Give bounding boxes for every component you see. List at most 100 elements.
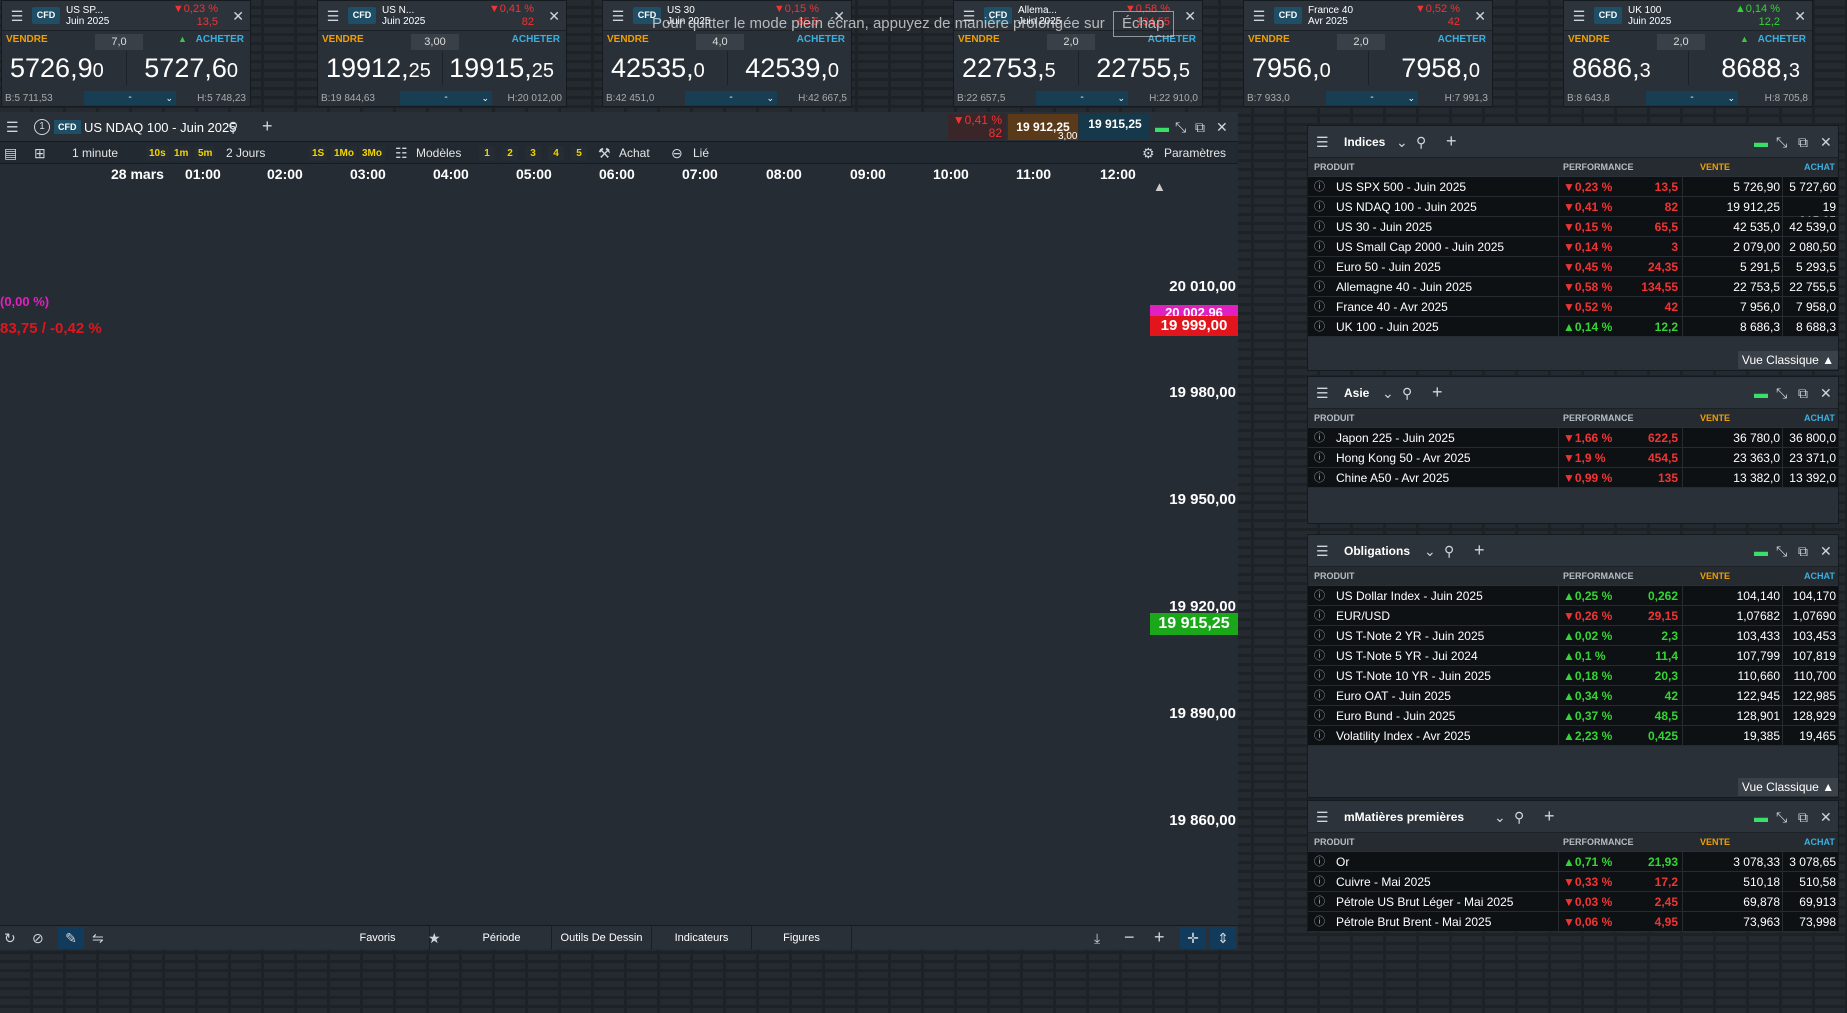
menu-icon[interactable]: ☰ (1316, 543, 1329, 559)
menu-icon[interactable]: ☰ (1316, 134, 1329, 150)
zoom-icon[interactable]: ⚲ (1444, 543, 1454, 559)
sell-price-button[interactable]: 42535,0 (611, 53, 705, 86)
buy-price[interactable]: 1,07690 (1784, 609, 1836, 623)
figures-tab[interactable]: Figures (752, 926, 852, 950)
quantity-select[interactable]: - ⌄ (685, 91, 777, 105)
close-icon[interactable]: ✕ (1820, 385, 1832, 401)
info-icon[interactable]: ⓘ (1314, 452, 1325, 464)
zoom-icon[interactable]: ⚲ (1416, 134, 1426, 150)
table-row[interactable]: ⓘ US T-Note 5 YR - Jui 2024 ▲0,1 % 11,4 107,… (1308, 646, 1838, 666)
menu-icon[interactable]: ☰ (609, 8, 627, 24)
col-product[interactable]: PRODUIT (1314, 571, 1355, 581)
info-icon[interactable]: ⓘ (1314, 610, 1325, 622)
col-performance[interactable]: PERFORMANCE (1563, 162, 1634, 172)
range-3mo[interactable]: 3Mo (359, 146, 385, 161)
table-row[interactable]: ⓘ Chine A50 - Avr 2025 ▼0,99 % 135 13 382,0 1… (1308, 468, 1838, 488)
scroll-up-icon[interactable]: ▲ (1153, 179, 1166, 194)
sell-price[interactable]: 122,945 (1708, 689, 1780, 703)
sell-price[interactable]: 104,140 (1708, 589, 1780, 603)
table-row[interactable]: ⓘ US Dollar Index - Juin 2025 ▲0,25 % 0,262… (1308, 586, 1838, 606)
menu-icon[interactable]: ☰ (1250, 8, 1268, 24)
sell-price[interactable]: 1,07682 (1708, 609, 1780, 623)
info-icon[interactable]: ⓘ (1314, 472, 1325, 484)
interval-5m[interactable]: 5m (195, 146, 216, 161)
minimize-icon[interactable]: ⤡ (1776, 134, 1787, 150)
minimize-icon[interactable]: ⤡ (1175, 119, 1186, 135)
sell-price-button[interactable]: 7956,0 (1252, 53, 1331, 86)
sell-price-button[interactable]: 22753,5 (962, 53, 1056, 86)
classic-view-button[interactable]: Vue Classique ▲ (1738, 778, 1838, 796)
add-icon[interactable]: + (1474, 541, 1485, 559)
quantity-select[interactable]: - ⌄ (1036, 91, 1128, 105)
buy-price-button[interactable]: 7958,0 (1401, 53, 1480, 86)
buy-price[interactable]: 128,929 (1784, 709, 1836, 723)
instrument-name[interactable]: UK 100 Juin 2025 (1628, 5, 1708, 27)
menu-icon[interactable]: ☰ (1570, 8, 1588, 24)
model-3[interactable]: 3 (525, 146, 541, 161)
crosshair-icon[interactable]: ✛ (1180, 927, 1206, 949)
zoom-icon[interactable]: ⚲ (1514, 809, 1524, 825)
sell-price[interactable]: 7 956,0 (1708, 300, 1780, 314)
popout-icon[interactable]: ⧉ (1798, 134, 1808, 150)
table-row[interactable]: ⓘ Pétrole Brut Brent - Mai 2025 ▼0,06 % 4,9… (1308, 912, 1838, 932)
sell-price[interactable]: 107,799 (1708, 649, 1780, 663)
instrument-name[interactable]: US SP... Juin 2025 (66, 5, 146, 27)
buy-price[interactable]: 19,465 (1784, 729, 1836, 743)
model-2[interactable]: 2 (502, 146, 518, 161)
buy-price[interactable]: 104,170 (1784, 589, 1836, 603)
sell-price[interactable]: 19 912,25 (1708, 200, 1780, 214)
close-icon[interactable]: ✕ (1794, 8, 1806, 25)
sell-price-button[interactable]: 5726,90 (10, 53, 104, 86)
panel-title[interactable]: mMatières premières (1344, 810, 1464, 824)
col-product[interactable]: PRODUIT (1314, 413, 1355, 423)
range-select[interactable]: 2 Jours (226, 145, 265, 161)
panel-title[interactable]: Obligations (1344, 544, 1410, 558)
table-row[interactable]: ⓘ US 30 - Juin 2025 ▼0,15 % 65,5 42 535,0 42 … (1308, 217, 1838, 237)
list-icon[interactable]: ▤ (4, 145, 17, 161)
table-row[interactable]: ⓘ US T-Note 2 YR - Juin 2025 ▲0,02 % 2,3 103… (1308, 626, 1838, 646)
link-group-icon[interactable]: 1 (34, 119, 50, 135)
table-row[interactable]: ⓘ US Small Cap 2000 - Juin 2025 ▼0,14 % 3 2 … (1308, 237, 1838, 257)
panel-title[interactable]: Indices (1344, 135, 1385, 149)
info-icon[interactable]: ⓘ (1314, 896, 1325, 908)
sell-price[interactable]: 128,901 (1708, 709, 1780, 723)
close-icon[interactable]: ✕ (548, 8, 560, 25)
linked-button[interactable]: Lié (693, 145, 709, 161)
sell-price[interactable]: 103,433 (1708, 629, 1780, 643)
refresh-icon[interactable]: ↻ (4, 930, 16, 946)
buy-price[interactable]: 69,913 (1784, 895, 1836, 909)
info-icon[interactable]: ⓘ (1314, 916, 1325, 928)
buy-price[interactable]: 23 371,0 (1784, 451, 1836, 465)
menu-icon[interactable]: ☰ (8, 8, 26, 24)
menu-icon[interactable]: ☰ (1316, 809, 1329, 825)
chevron-down-icon[interactable]: ⌄ (1424, 543, 1436, 559)
buy-price[interactable]: 5 727,60 (1784, 180, 1836, 194)
period-tab[interactable]: Période (452, 926, 552, 950)
pencil-icon[interactable]: ✎ (58, 927, 84, 949)
buy-mode-button[interactable]: Achat (619, 145, 650, 161)
table-row[interactable]: ⓘ Hong Kong 50 - Avr 2025 ▼1,9 % 454,5 23 36… (1308, 448, 1838, 468)
table-row[interactable]: ⓘ EUR/USD ▼0,26 % 29,15 1,07682 1,07690 (1308, 606, 1838, 626)
menu-icon[interactable]: ☰ (6, 119, 19, 135)
quantity-select[interactable]: - ⌄ (400, 91, 492, 105)
quantity-select[interactable]: - ⌄ (84, 91, 176, 105)
scale-icon[interactable]: ⇕ (1210, 927, 1236, 949)
model-1[interactable]: 1 (479, 146, 495, 161)
add-icon[interactable]: + (1432, 383, 1443, 401)
info-icon[interactable]: ⓘ (1314, 630, 1325, 642)
buy-price-button[interactable]: 22755,5 (1096, 53, 1190, 86)
indicators-tab[interactable]: Indicateurs (652, 926, 752, 950)
interval-select[interactable]: 1 minute (72, 145, 118, 161)
buy-price-button[interactable]: 42539,0 (745, 53, 839, 86)
minimize-icon[interactable]: ⤡ (1776, 385, 1787, 401)
color-tag-icon[interactable]: ▬ (1754, 134, 1768, 150)
info-icon[interactable]: ⓘ (1314, 730, 1325, 742)
sell-price-button[interactable]: 19912,25 (326, 53, 431, 86)
quantity-select[interactable]: - ⌄ (1646, 91, 1738, 105)
info-icon[interactable]: ⓘ (1314, 241, 1325, 253)
popout-icon[interactable]: ⧉ (1798, 385, 1808, 401)
close-icon[interactable]: ✕ (1820, 809, 1832, 825)
table-row[interactable]: ⓘ Euro 50 - Juin 2025 ▼0,45 % 24,35 5 291,5 5… (1308, 257, 1838, 277)
table-row[interactable]: ⓘ Allemagne 40 - Juin 2025 ▼0,58 % 134,55 22… (1308, 277, 1838, 297)
buy-price[interactable]: 42 539,0 (1784, 220, 1836, 234)
